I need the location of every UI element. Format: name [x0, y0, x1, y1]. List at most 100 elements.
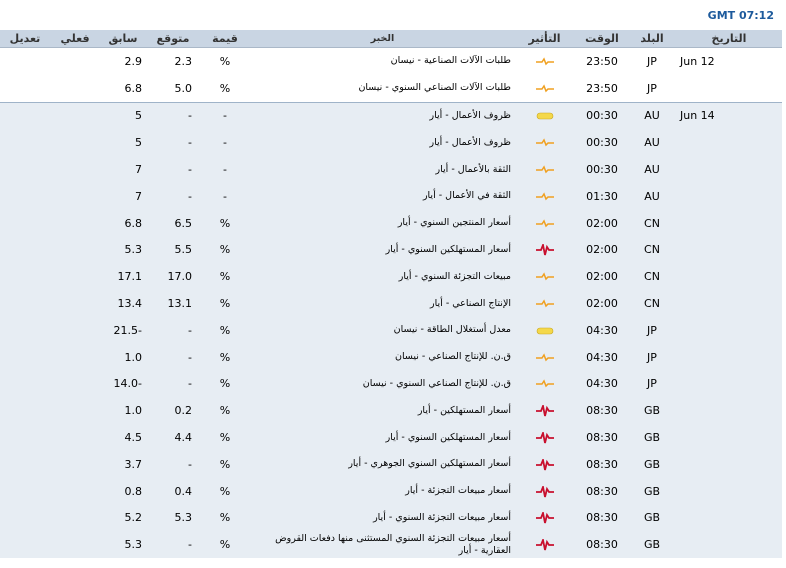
revision-cell: [0, 209, 50, 237]
actual-cell: [50, 477, 100, 505]
news-cell[interactable]: ظروف الأعمال - أيار: [250, 101, 517, 130]
date-cell: [672, 209, 782, 237]
impact-cell: [517, 504, 572, 532]
unit-cell: -: [200, 182, 250, 210]
previous-cell: 7: [100, 182, 150, 210]
header-revision[interactable]: تعديل: [0, 30, 50, 48]
table-row[interactable]: 7- - الثقة في الأعمال - أيار 01:30 AU: [0, 182, 782, 210]
news-cell[interactable]: أسعار المستهلكين السنوي - أيار: [250, 424, 517, 451]
header-impact[interactable]: التأثير: [517, 30, 572, 48]
revision-cell: [0, 397, 50, 425]
actual-cell: [50, 370, 100, 398]
forecast-cell: 0.2: [150, 397, 200, 425]
country-cell: AU: [632, 182, 672, 210]
table-row[interactable]: 1.0 0.2% أسعار المستهلكين - أيار 08:30 GB: [0, 397, 782, 425]
table-row[interactable]: 5.3-% أسعار مبيعات التجزئة السنوي المستثن…: [0, 531, 782, 559]
gmt-clock: GMT 07:12: [707, 9, 774, 22]
header-news[interactable]: الخبر: [250, 30, 517, 48]
country-cell: GB: [632, 397, 672, 425]
news-cell[interactable]: أسعار المستهلكين السنوي - أيار: [250, 236, 517, 264]
high-impact-icon: [535, 405, 554, 417]
news-cell[interactable]: أسعار المستهلكين السنوي الجوهري - أيار: [250, 450, 517, 478]
news-cell[interactable]: الثقة في الأعمال - أيار: [250, 182, 517, 210]
time-cell: 02:00: [572, 236, 632, 264]
news-cell[interactable]: أسعار مبيعات التجزئة - أيار: [250, 477, 517, 505]
table-row[interactable]: 2.9 2.3% طلبات الآلات الصناعية - نيسان 23:5…: [0, 48, 782, 75]
header-date[interactable]: التاريخ: [672, 30, 782, 48]
previous-cell: 21.5-: [100, 316, 150, 344]
news-cell[interactable]: ق.ن. للإنتاج الصناعي - نيسان: [250, 343, 517, 371]
impact-cell: [517, 370, 572, 398]
news-cell[interactable]: أسعار مبيعات التجزئة السنوي - أيار: [250, 504, 517, 532]
date-cell: [672, 75, 782, 102]
table-row[interactable]: 14.0- -% ق.ن. للإنتاج الصناعي السنوي - نيس…: [0, 370, 782, 398]
actual-cell: [50, 101, 100, 130]
table-row[interactable]: 5- - ظروف الأعمال - أيار 00:30 AU: [0, 129, 782, 157]
unit-cell: %: [200, 504, 250, 532]
date-cell: [672, 156, 782, 183]
table-row[interactable]: 1.0-% ق.ن. للإنتاج الصناعي - نيسان 04:30 JP: [0, 343, 782, 371]
news-cell[interactable]: الإنتاج الصناعي - أيار: [250, 290, 517, 317]
country-cell: CN: [632, 209, 672, 237]
impact-cell: [517, 156, 572, 183]
revision-cell: [0, 316, 50, 344]
news-cell[interactable]: أسعار المنتجين السنوي - أيار: [250, 209, 517, 237]
table-row[interactable]: 21.5- -% معدل أستغلال الطاقة - نيسان 04:30 J…: [0, 316, 782, 344]
news-cell[interactable]: أسعار المستهلكين - أيار: [250, 397, 517, 425]
revision-cell: [0, 129, 50, 157]
table-row[interactable]: 3.7-% أسعار المستهلكين السنوي الجوهري - أ…: [0, 450, 782, 478]
news-cell[interactable]: طلبات الآلات الصناعية - نيسان: [250, 48, 517, 75]
date-cell: [672, 531, 782, 559]
previous-cell: 4.5: [100, 424, 150, 451]
previous-cell: 5.3: [100, 236, 150, 264]
country-cell: CN: [632, 263, 672, 291]
news-cell[interactable]: أسعار مبيعات التجزئة السنوي المستثنى منه…: [250, 531, 517, 559]
table-row[interactable]: 4.5 4.4% أسعار المستهلكين السنوي - أيار 08:…: [0, 424, 782, 451]
impact-cell: [517, 75, 572, 102]
header-forecast[interactable]: متوقع: [150, 30, 200, 48]
date-cell: [672, 477, 782, 505]
header-previous[interactable]: سابق: [100, 30, 150, 48]
actual-cell: [50, 531, 100, 559]
table-row[interactable]: 5.2 5.3% أسعار مبيعات التجزئة السنوي - أيا…: [0, 504, 782, 532]
header-country[interactable]: البلد: [632, 30, 672, 48]
forecast-cell: 5.3: [150, 504, 200, 532]
unit-cell: %: [200, 209, 250, 237]
revision-cell: [0, 450, 50, 478]
news-cell[interactable]: معدل أستغلال الطاقة - نيسان: [250, 316, 517, 344]
unit-cell: %: [200, 424, 250, 451]
economic-calendar-table: تعديل فعلي سابق متوقع قيمة الخبر التأثير…: [0, 30, 782, 559]
time-cell: 08:30: [572, 397, 632, 425]
unit-cell: -: [200, 156, 250, 183]
news-cell[interactable]: مبيعات التجزئة السنوي - أيار: [250, 263, 517, 291]
table-row[interactable]: 6.8 6.5% أسعار المنتجين السنوي - أيار 02:00…: [0, 209, 782, 237]
header-actual[interactable]: فعلي: [50, 30, 100, 48]
header-unit[interactable]: قيمة: [200, 30, 250, 48]
table-row[interactable]: 5.3 5.5% أسعار المستهلكين السنوي - أيار 02:…: [0, 236, 782, 264]
table-row[interactable]: 17.1 17.0% مبيعات التجزئة السنوي - أيار 02:…: [0, 263, 782, 291]
table-row[interactable]: 5- - ظروف الأعمال - أيار 00:30 AU Jun 14: [0, 101, 782, 130]
revision-cell: [0, 101, 50, 130]
country-cell: AU: [632, 129, 672, 157]
header-time[interactable]: الوقت: [572, 30, 632, 48]
table-row[interactable]: 6.8 5.0% طلبات الآلات الصناعي السنوي - نيس…: [0, 75, 782, 102]
actual-cell: [50, 343, 100, 371]
news-cell[interactable]: ظروف الأعمال - أيار: [250, 129, 517, 157]
impact-cell: [517, 424, 572, 451]
news-cell[interactable]: ق.ن. للإنتاج الصناعي السنوي - نيسان: [250, 370, 517, 398]
news-cell[interactable]: طلبات الآلات الصناعي السنوي - نيسان: [250, 75, 517, 102]
news-cell[interactable]: الثقة بالأعمال - أيار: [250, 156, 517, 183]
impact-cell: [517, 101, 572, 130]
table-header-row: تعديل فعلي سابق متوقع قيمة الخبر التأثير…: [0, 30, 782, 48]
unit-cell: %: [200, 236, 250, 264]
time-cell: 01:30: [572, 182, 632, 210]
actual-cell: [50, 316, 100, 344]
time-cell: 00:30: [572, 156, 632, 183]
high-impact-icon: [535, 244, 554, 256]
table-row[interactable]: 0.8 0.4% أسعار مبيعات التجزئة - أيار 08:30 G…: [0, 477, 782, 505]
table-row[interactable]: 7- - الثقة بالأعمال - أيار 00:30 AU: [0, 156, 782, 183]
table-row[interactable]: 13.4 13.1% الإنتاج الصناعي - أيار 02:00 CN: [0, 290, 782, 317]
revision-cell: [0, 531, 50, 559]
previous-cell: 3.7: [100, 450, 150, 478]
medium-impact-icon: [535, 272, 554, 281]
